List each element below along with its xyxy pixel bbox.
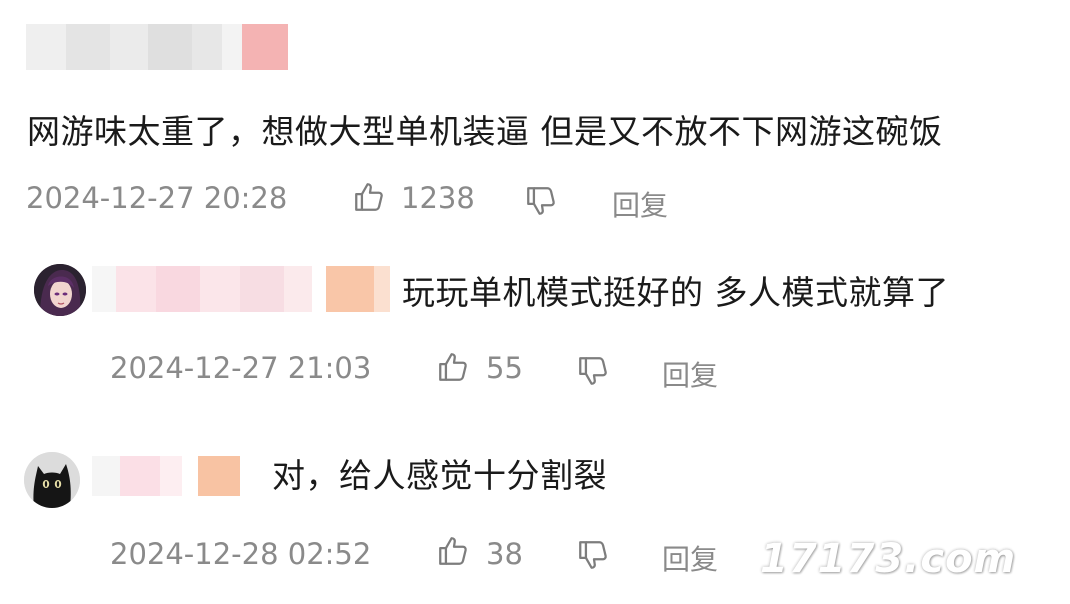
comment-text: 对，给人感觉十分割裂 xyxy=(272,456,607,495)
username-blurred[interactable] xyxy=(26,24,288,70)
black-cat-avatar[interactable] xyxy=(24,452,80,508)
like-count: 38 xyxy=(486,537,523,571)
thumbs-up-icon[interactable] xyxy=(436,534,470,568)
like-count: 1238 xyxy=(401,181,475,215)
thumbs-up-icon[interactable] xyxy=(352,180,386,214)
comment-timestamp: 2024-12-27 21:03 xyxy=(110,351,372,385)
thumbs-down-icon[interactable] xyxy=(576,538,610,572)
comment-timestamp: 2024-12-27 20:28 xyxy=(26,181,288,215)
anime-avatar[interactable] xyxy=(34,264,86,316)
comment-text: 网游味太重了，想做大型单机装逼 但是又不放不下网游这碗饭 xyxy=(27,112,943,151)
like-count: 55 xyxy=(486,351,523,385)
watermark-logo: 17173.com xyxy=(760,536,1017,582)
thumbs-down-icon[interactable] xyxy=(524,184,558,218)
username-blurred[interactable] xyxy=(92,266,390,312)
thumbs-down-icon[interactable] xyxy=(576,354,610,388)
reply-button[interactable]: 回复 xyxy=(612,184,668,224)
comment-text: 玩玩单机模式挺好的 多人模式就算了 xyxy=(402,273,949,312)
comment-timestamp: 2024-12-28 02:52 xyxy=(110,537,372,571)
reply-button[interactable]: 回复 xyxy=(662,354,718,394)
username-blurred[interactable] xyxy=(92,456,240,496)
reply-button[interactable]: 回复 xyxy=(662,538,718,578)
thumbs-up-icon[interactable] xyxy=(436,350,470,384)
